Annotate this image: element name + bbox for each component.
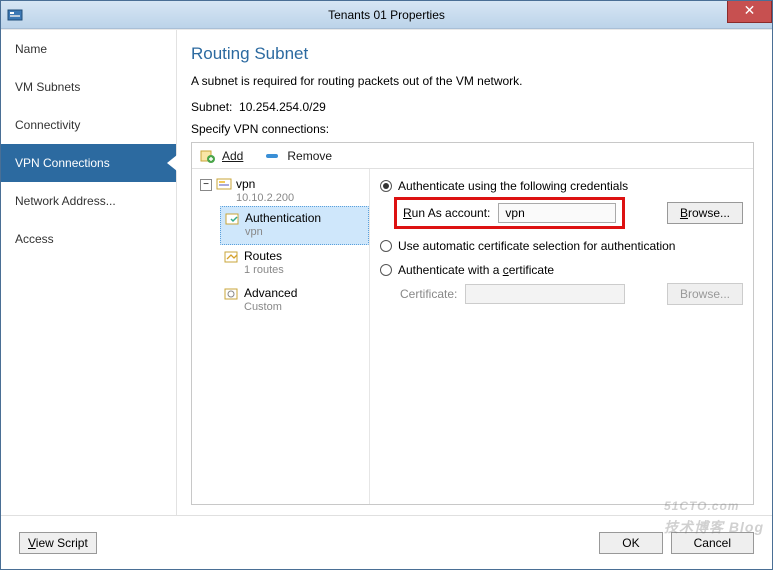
radio-cert[interactable] [380,264,392,276]
tree-item-routes[interactable]: Routes 1 routes [220,245,369,282]
collapse-icon[interactable]: − [200,179,212,191]
body: Name VM Subnets Connectivity VPN Connect… [1,29,772,515]
certificate-input [465,284,625,304]
sidebar-item-vm-subnets[interactable]: VM Subnets [1,68,176,106]
tree[interactable]: − vpn 10.10.2.200 [192,169,370,504]
sidebar: Name VM Subnets Connectivity VPN Connect… [1,30,177,515]
page-description: A subnet is required for routing packets… [191,74,754,88]
sidebar-item-vpn-connections[interactable]: VPN Connections [1,144,176,182]
specify-label: Specify VPN connections: [191,122,754,136]
tree-root-label: vpn [236,177,294,192]
close-button[interactable]: ✕ [727,1,772,23]
option-cert-label: Authenticate with a certificate [398,263,554,277]
option-auto-cert[interactable]: Use automatic certificate selection for … [380,239,743,253]
authentication-icon [225,211,241,227]
properties-window: Tenants 01 Properties ✕ Name VM Subnets … [0,0,773,570]
subnet-value: 10.254.254.0/29 [239,100,326,114]
option-auto-cert-label: Use automatic certificate selection for … [398,239,675,253]
remove-icon [265,149,281,163]
remove-button[interactable]: Remove [287,149,332,163]
browse-cert-button: Browse... [667,283,743,305]
tree-item-sub: 1 routes [244,264,284,276]
radio-credentials[interactable] [380,180,392,192]
footer: View Script OK Cancel [1,515,772,569]
details-pane: Authenticate using the following credent… [370,169,753,504]
advanced-icon [224,286,240,302]
option-credentials-label: Authenticate using the following credent… [398,179,628,193]
sidebar-item-name[interactable]: Name [1,30,176,68]
titlebar[interactable]: Tenants 01 Properties ✕ [1,1,772,29]
certificate-label: Certificate: [400,287,457,301]
certificate-row: Certificate: Browse... [400,283,743,305]
tree-item-label: Authentication [245,211,321,226]
sidebar-item-network-address[interactable]: Network Address... [1,182,176,220]
vpn-root-icon [216,177,232,193]
runas-label: Run As account: [403,206,490,220]
toolbar: Add Remove [192,143,753,169]
tree-item-authentication[interactable]: Authentication vpn [220,206,369,245]
tree-item-sub: vpn [245,226,321,238]
tree-item-label: Advanced [244,286,297,301]
page-title: Routing Subnet [191,44,754,64]
runas-input[interactable] [498,203,616,223]
window-title: Tenants 01 Properties [328,8,445,22]
runas-highlight: Run As account: [394,197,625,229]
view-script-button[interactable]: View Script [19,532,97,554]
tree-item-label: Routes [244,249,284,264]
tree-item-sub: Custom [244,301,297,313]
add-icon [200,149,216,163]
app-icon [7,7,23,23]
option-cert[interactable]: Authenticate with a certificate [380,263,743,277]
main-panel: Routing Subnet A subnet is required for … [177,30,772,515]
ok-button[interactable]: OK [599,532,662,554]
cancel-button[interactable]: Cancel [671,532,754,554]
radio-auto-cert[interactable] [380,240,392,252]
sidebar-item-access[interactable]: Access [1,220,176,258]
option-credentials[interactable]: Authenticate using the following credent… [380,179,743,193]
connections-panel: Add Remove − [191,142,754,505]
browse-runas-button[interactable]: Browse... [667,202,743,224]
add-button[interactable]: Add [222,149,243,163]
tree-root[interactable]: − vpn 10.10.2.200 [198,175,369,206]
panel-body: − vpn 10.10.2.200 [192,169,753,504]
subnet-row: Subnet: 10.254.254.0/29 [191,100,754,114]
subnet-label: Subnet: [191,100,232,114]
tree-item-advanced[interactable]: Advanced Custom [220,282,369,319]
tree-root-sub: 10.10.2.200 [236,192,294,204]
sidebar-item-connectivity[interactable]: Connectivity [1,106,176,144]
routes-icon [224,249,240,265]
